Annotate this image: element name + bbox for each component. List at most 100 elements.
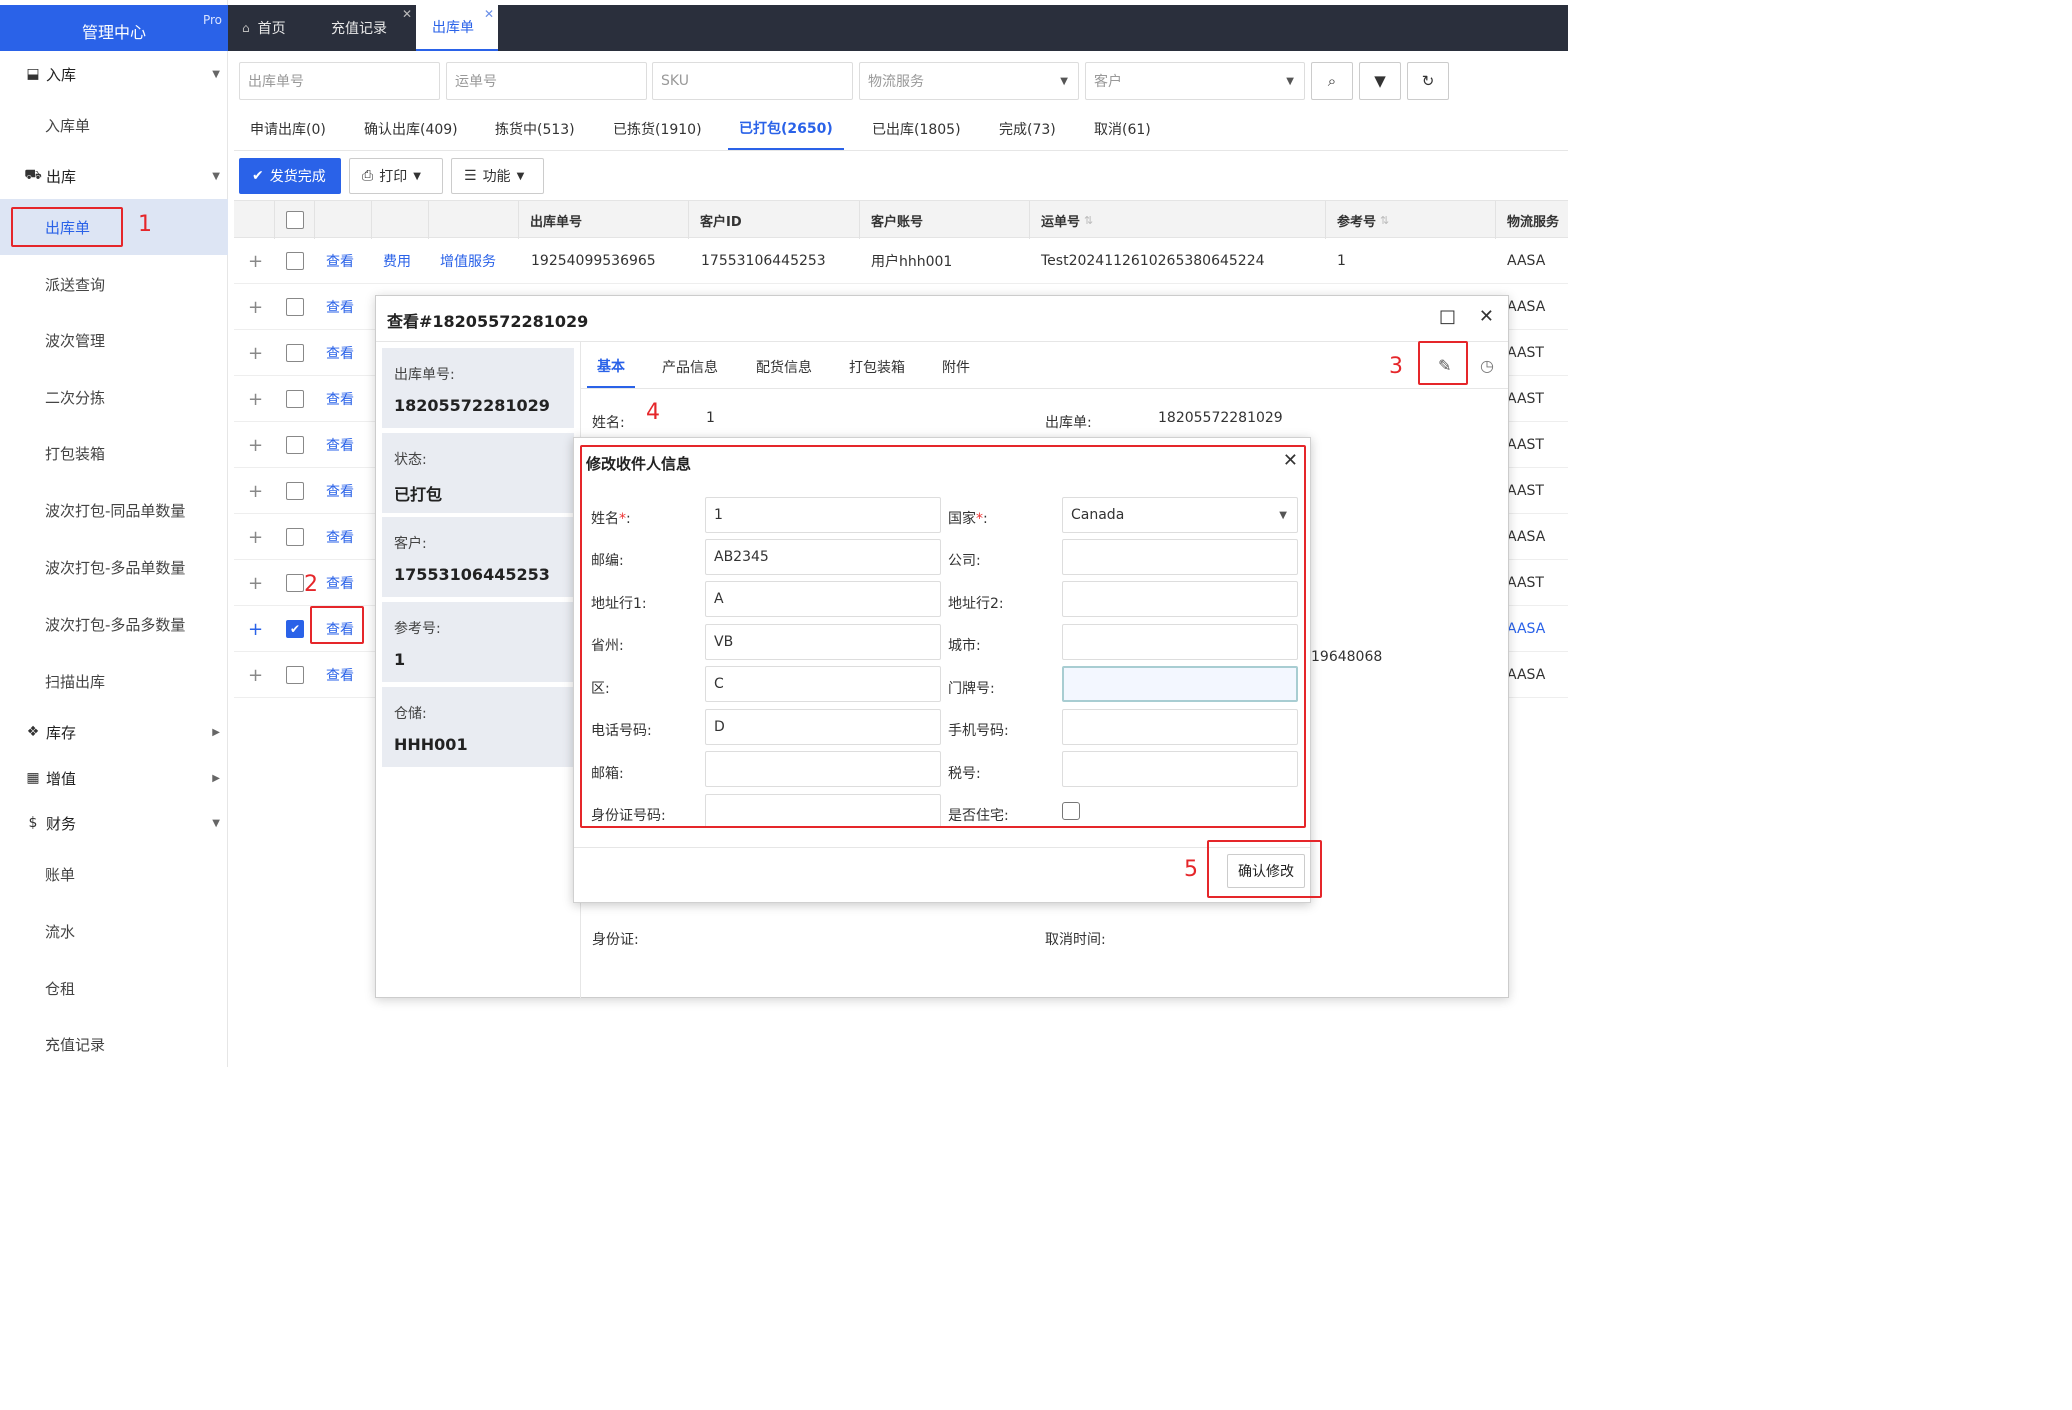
status-tab-shipped[interactable]: 已出库(1805) <box>872 108 961 150</box>
nav-item-outbound-order[interactable]: 出库单 <box>0 199 228 255</box>
tab-outbound-order[interactable]: 出库单 ✕ <box>416 5 498 51</box>
expand-row[interactable]: + <box>248 376 263 422</box>
status-tab-picking[interactable]: 拣货中(513) <box>495 108 575 150</box>
refresh-button[interactable]: ↻ <box>1407 62 1449 100</box>
close-icon[interactable]: ✕ <box>1479 306 1494 327</box>
expand-row[interactable]: + <box>248 514 263 560</box>
sort-icon[interactable]: ⇅ <box>1380 214 1389 227</box>
modal-tab-packing[interactable]: 打包装箱 <box>849 346 905 388</box>
customer-select[interactable]: 客户 ▼ <box>1085 62 1305 100</box>
modal-tab-attachments[interactable]: 附件 <box>942 346 970 388</box>
view-link[interactable]: 查看 <box>326 514 354 560</box>
tab-recharge[interactable]: 充值记录 ✕ <box>320 5 416 51</box>
row-checkbox[interactable] <box>286 482 304 500</box>
fee-link[interactable]: 费用 <box>383 238 411 284</box>
expand-row[interactable]: + <box>248 468 263 514</box>
order-no-input[interactable]: 出库单号 <box>239 62 440 100</box>
expand-row[interactable]: + <box>248 560 263 606</box>
row-checkbox[interactable] <box>286 666 304 684</box>
nav-item-wave-multi-multi[interactable]: 波次打包-多品多数量 <box>0 596 228 652</box>
nav-group-inbound[interactable]: ⬓ 入库 ▼ <box>0 51 228 97</box>
row-checkbox[interactable] <box>286 344 304 362</box>
view-link[interactable]: 查看 <box>326 606 354 652</box>
company-input[interactable] <box>1062 539 1298 575</box>
idcard-input[interactable] <box>705 794 941 828</box>
nav-group-vas[interactable]: ▦ 增值 ▶ <box>0 755 228 801</box>
logistics-select[interactable]: 物流服务 ▼ <box>859 62 1079 100</box>
function-button[interactable]: ☰ 功能 ▼ <box>451 158 544 194</box>
status-tab-confirm[interactable]: 确认出库(409) <box>364 108 458 150</box>
row-checkbox-checked[interactable]: ✔ <box>286 620 304 638</box>
view-link[interactable]: 查看 <box>326 652 354 698</box>
view-link[interactable]: 查看 <box>326 284 354 330</box>
nav-item-flow[interactable]: 流水 <box>0 903 228 959</box>
name-input[interactable]: 1 <box>705 497 941 533</box>
nav-item-delivery-query[interactable]: 派送查询 <box>0 256 228 312</box>
expand-row[interactable]: + <box>248 330 263 376</box>
waybill-input[interactable]: 运单号 <box>446 62 647 100</box>
view-link[interactable]: 查看 <box>326 468 354 514</box>
expand-row[interactable]: + <box>248 606 263 652</box>
expand-row[interactable]: + <box>248 652 263 698</box>
nav-item-wave-multi-single[interactable]: 波次打包-多品单数量 <box>0 539 228 595</box>
search-button[interactable]: ⌕ <box>1311 62 1353 100</box>
ship-done-button[interactable]: ✔ 发货完成 <box>239 158 341 194</box>
residential-checkbox[interactable] <box>1062 802 1080 820</box>
view-link[interactable]: 查看 <box>326 560 354 606</box>
addr2-input[interactable] <box>1062 581 1298 617</box>
row-checkbox[interactable] <box>286 252 304 270</box>
status-tab-done[interactable]: 完成(73) <box>999 108 1056 150</box>
nav-item-recharge[interactable]: 充值记录 <box>0 1016 228 1072</box>
status-tab-apply[interactable]: 申请出库(0) <box>250 108 326 150</box>
modal-tab-basic[interactable]: 基本 <box>587 346 635 388</box>
vas-link[interactable]: 增值服务 <box>440 238 496 284</box>
expand-row[interactable]: + <box>248 238 263 284</box>
status-tab-packed[interactable]: 已打包(2650) <box>728 108 844 150</box>
sort-icon[interactable]: ⇅ <box>1084 214 1093 227</box>
row-checkbox[interactable] <box>286 436 304 454</box>
clock-icon[interactable]: ◷ <box>1480 356 1494 375</box>
row-checkbox[interactable] <box>286 390 304 408</box>
tax-input[interactable] <box>1062 751 1298 787</box>
postcode-input[interactable]: AB2345 <box>705 539 941 575</box>
view-link[interactable]: 查看 <box>326 330 354 376</box>
close-icon[interactable]: ✕ <box>484 7 494 21</box>
mobile-input[interactable] <box>1062 709 1298 745</box>
addr1-input[interactable]: A <box>705 581 941 617</box>
row-checkbox[interactable] <box>286 574 304 592</box>
expand-row[interactable]: + <box>248 284 263 330</box>
filter-button[interactable]: ▼ <box>1359 62 1401 100</box>
nav-item-wave-same[interactable]: 波次打包-同品单数量 <box>0 482 228 538</box>
nav-group-outbound[interactable]: ⛟ 出库 ▼ <box>0 153 228 199</box>
edit-icon[interactable]: ✎ <box>1438 356 1451 375</box>
close-icon[interactable]: ✕ <box>1283 450 1298 471</box>
expand-row[interactable]: + <box>248 422 263 468</box>
confirm-edit-button[interactable]: 确认修改 <box>1227 854 1305 888</box>
nav-item-packing[interactable]: 打包装箱 <box>0 425 228 481</box>
nav-item-bill[interactable]: 账单 <box>0 846 228 902</box>
row-checkbox[interactable] <box>286 298 304 316</box>
phone-input[interactable]: D <box>705 709 941 745</box>
nav-item-wave-manage[interactable]: 波次管理 <box>0 312 228 368</box>
nav-item-second-sort[interactable]: 二次分拣 <box>0 369 228 425</box>
modal-tab-allocation[interactable]: 配货信息 <box>756 346 812 388</box>
door-input[interactable] <box>1062 666 1298 702</box>
view-link[interactable]: 查看 <box>326 376 354 422</box>
province-input[interactable]: VB <box>705 624 941 660</box>
tab-home[interactable]: ⌂ 首页 <box>242 5 312 51</box>
sku-input[interactable]: SKU <box>652 62 853 100</box>
view-link[interactable]: 查看 <box>326 422 354 468</box>
maximize-icon[interactable]: □ <box>1439 306 1456 327</box>
nav-item-scan-out[interactable]: 扫描出库 <box>0 653 228 709</box>
row-checkbox[interactable] <box>286 528 304 546</box>
modal-tab-products[interactable]: 产品信息 <box>662 346 718 388</box>
email-input[interactable] <box>705 751 941 787</box>
nav-item-inbound-order[interactable]: 入库单 <box>0 97 228 153</box>
close-icon[interactable]: ✕ <box>402 7 412 21</box>
nav-item-rent[interactable]: 仓租 <box>0 960 228 1016</box>
nav-group-finance[interactable]: $ 财务 ▼ <box>0 800 228 846</box>
country-select[interactable]: Canada ▼ <box>1062 497 1298 533</box>
print-button[interactable]: ⎙ 打印 ▼ <box>349 158 443 194</box>
select-all-checkbox[interactable] <box>286 211 304 229</box>
nav-group-inventory[interactable]: ❖ 库存 ▶ <box>0 709 228 755</box>
